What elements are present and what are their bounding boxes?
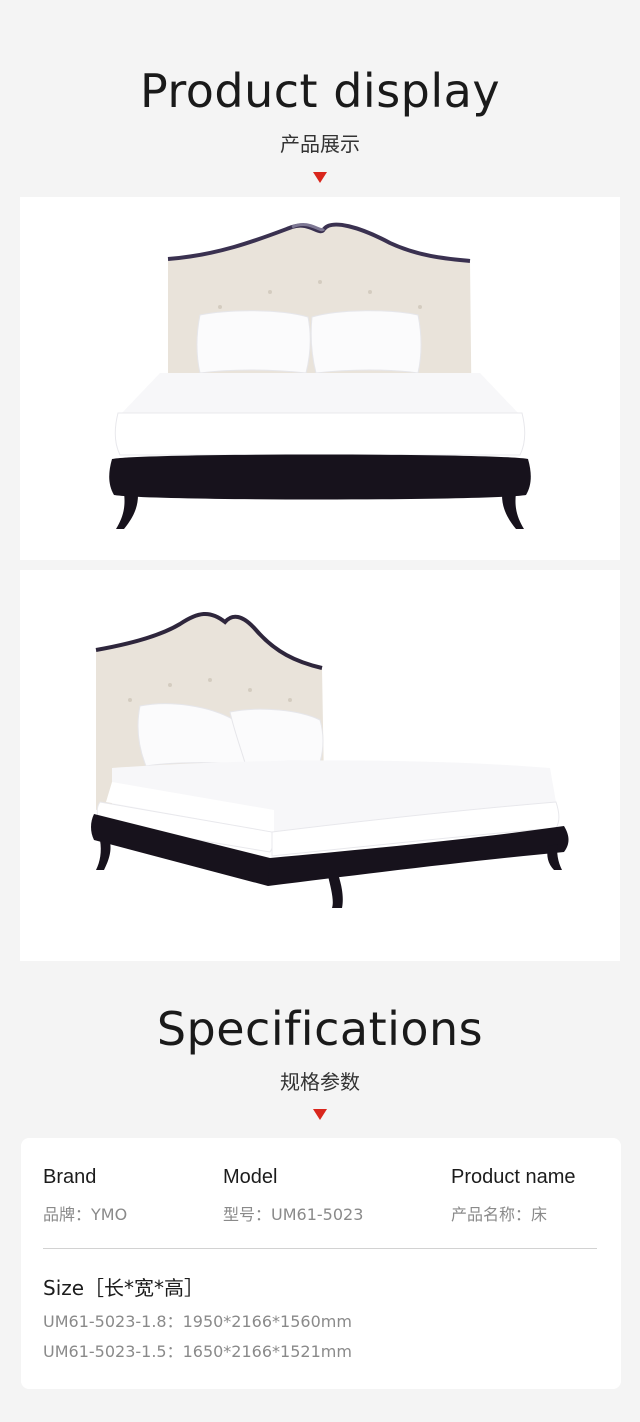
brand-value: 品牌：YMO: [43, 1205, 128, 1224]
product-photo-angled: [20, 570, 620, 961]
spec-divider: [43, 1248, 597, 1249]
product-name-label: Product name: [451, 1166, 576, 1188]
down-triangle-icon: [313, 172, 327, 183]
specifications-title: Specifications: [156, 1002, 484, 1056]
bed-angled-image: [91, 612, 569, 908]
spec-card: Brand 品牌：YMO Model 型号：UM61-5023 Product …: [21, 1138, 621, 1389]
product-name-value: 产品名称：床: [451, 1205, 548, 1224]
down-triangle-icon: [313, 1109, 327, 1120]
product-photo-front: [20, 197, 620, 560]
size-label: Size［长*宽*高］: [43, 1276, 205, 1300]
size-row: UM61-5023-1.8：1950*2166*1560mm: [43, 1312, 352, 1331]
model-column: Model 型号：UM61-5023: [223, 1166, 363, 1225]
product-display-subtitle: 产品展示: [280, 132, 360, 156]
brand-column: Brand 品牌：YMO: [43, 1166, 127, 1225]
model-value: 型号：UM61-5023: [223, 1205, 364, 1224]
product-name-column: Product name 产品名称：床: [451, 1166, 576, 1225]
product-display-title: Product display: [139, 64, 501, 118]
bed-front-image: [109, 222, 531, 529]
brand-label: Brand: [43, 1166, 97, 1188]
model-label: Model: [223, 1166, 278, 1188]
size-row: UM61-5023-1.5：1650*2166*1521mm: [43, 1342, 352, 1361]
specifications-subtitle: 规格参数: [280, 1070, 360, 1094]
